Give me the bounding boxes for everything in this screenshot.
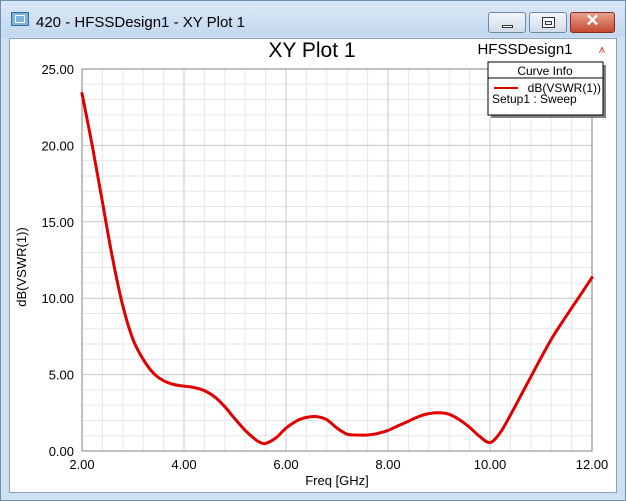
series-line-dbvswr[interactable] (80, 91, 594, 446)
x-tick-label: 6.00 (273, 457, 298, 472)
plot-frame (81, 68, 593, 452)
y-axis-title: dB(VSWR(1)) (14, 227, 29, 306)
maximize-icon (542, 17, 555, 28)
curve-info-legend[interactable]: Curve Info dB(VSWR(1)) Setup1 : Sweep (487, 61, 606, 118)
legend-entry-sublabel: Setup1 : Sweep (492, 92, 577, 106)
tick-labels: 2.00 4.00 6.00 8.00 10.00 12.00 0.00 5.00 10.00 1… (41, 62, 608, 472)
xy-plot[interactable]: XY Plot 1 HFSSDesign1 ⩚ 2.00 4.00 6.00 8.00… (10, 39, 617, 493)
x-tick-label: 4.00 (171, 457, 196, 472)
plot-window: 420 - HFSSDesign1 - XY Plot 1 ✕ XY Plot … (0, 0, 626, 501)
window-title: 420 - HFSSDesign1 - XY Plot 1 (36, 14, 245, 31)
y-tick-label: 25.00 (41, 62, 74, 77)
legend-title: Curve Info (517, 64, 573, 78)
title-bar[interactable]: 420 - HFSSDesign1 - XY Plot 1 ✕ (1, 1, 625, 37)
close-button[interactable]: ✕ (570, 11, 615, 33)
window-icon[interactable] (11, 12, 29, 26)
minimize-icon (502, 25, 513, 28)
x-tick-label: 12.00 (576, 457, 609, 472)
plot-canvas[interactable]: XY Plot 1 HFSSDesign1 ⩚ 2.00 4.00 6.00 8.00… (9, 38, 617, 493)
y-tick-label: 5.00 (49, 368, 74, 383)
x-axis-title: Freq [GHz] (305, 473, 369, 488)
maximize-button[interactable] (529, 12, 567, 33)
ansys-logo-icon: ⩚ (599, 42, 606, 56)
y-tick-label: 15.00 (41, 215, 74, 230)
design-name: HFSSDesign1 (477, 41, 572, 58)
plot-grid (81, 68, 593, 452)
y-tick-label: 20.00 (41, 138, 74, 153)
y-tick-label: 0.00 (49, 444, 74, 459)
minimize-button[interactable] (488, 12, 526, 33)
y-tick-label: 10.00 (41, 291, 74, 306)
x-tick-label: 10.00 (474, 457, 507, 472)
x-tick-label: 8.00 (375, 457, 400, 472)
chart-title: XY Plot 1 (268, 39, 355, 62)
close-icon: ✕ (585, 11, 600, 30)
x-tick-label: 2.00 (69, 457, 94, 472)
